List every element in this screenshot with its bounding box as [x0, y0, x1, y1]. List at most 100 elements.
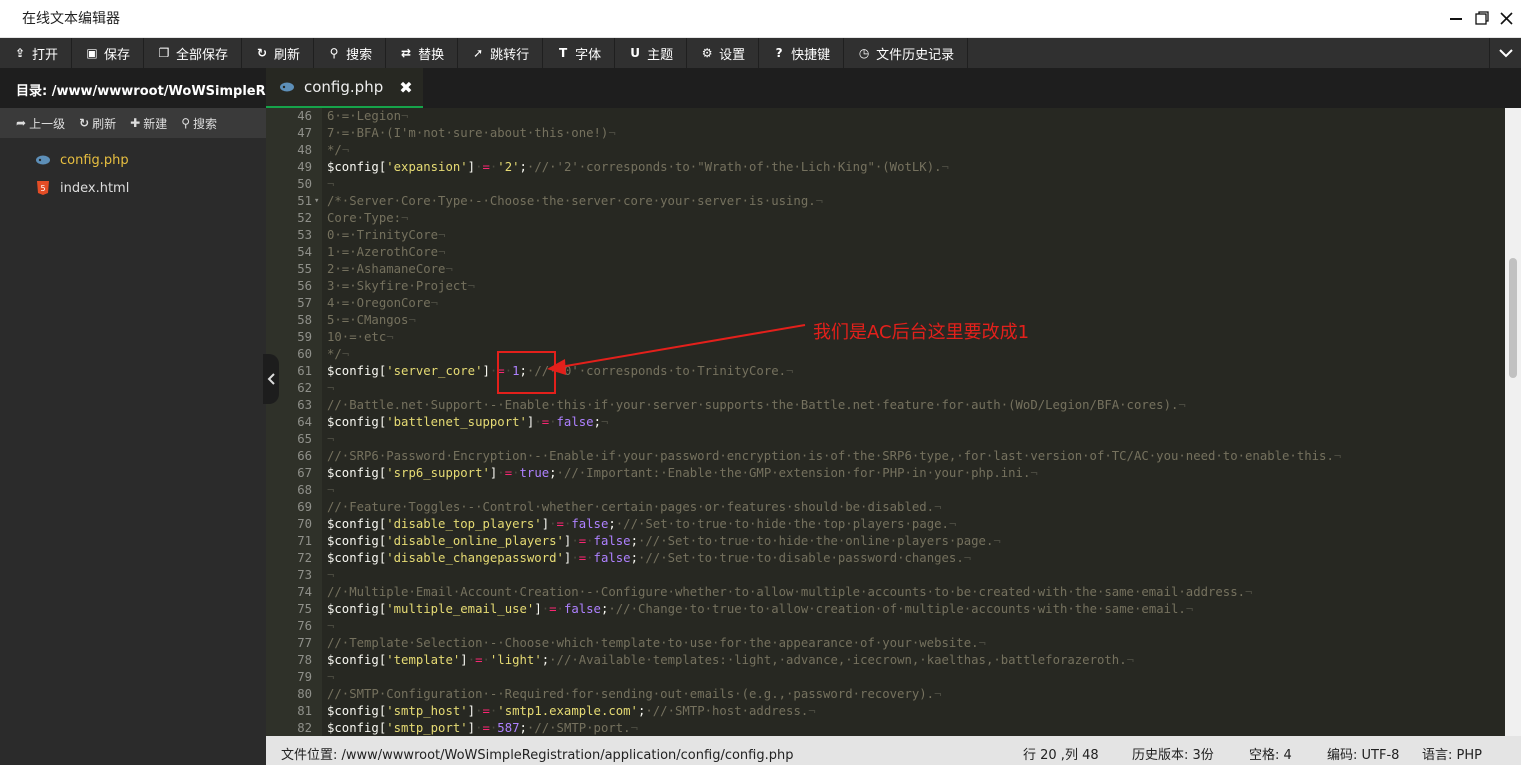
fold-arrow-icon[interactable]: ▾	[314, 193, 319, 210]
code-editor[interactable]: 46 6·=·Legion¬ 47 7·=·BFA·(I'm·not·sure·abo…	[266, 108, 1521, 736]
file-item-index-html[interactable]: 5 index.html	[0, 174, 266, 202]
code-line[interactable]: 68 ¬	[266, 482, 1505, 499]
tree-refresh-button[interactable]: ↻ 刷新	[79, 115, 116, 132]
code-line[interactable]: 70 $config['disable_top_players']·=·false…	[266, 516, 1505, 533]
code-line[interactable]: 63//·Battle.net·Support·-·Enable·this·if…	[266, 397, 1505, 414]
code-token: $config[	[327, 551, 387, 565]
file-location: 文件位置: /www/wwwroot/WoWSimpleRegistration…	[281, 748, 794, 763]
code-line[interactable]: 53 0·=·TrinityCore¬	[266, 227, 1505, 244]
code-line[interactable]: 75 $config['multiple_email_use']·=·false;…	[266, 601, 1505, 618]
code-token: $config[	[327, 160, 387, 174]
replace-button[interactable]: ⇄ 替换	[386, 38, 459, 68]
line-number: 53	[297, 228, 312, 242]
code-line[interactable]: 62 ¬	[266, 380, 1505, 397]
code-token: ;	[630, 551, 638, 565]
encoding-setting[interactable]: 编码: UTF-8	[1327, 744, 1399, 763]
tab-close-icon[interactable]: ✖	[399, 78, 412, 97]
code-token: 10·=·etc	[327, 330, 387, 344]
maximize-icon[interactable]	[1472, 8, 1492, 28]
file-history-button[interactable]: ◷ 文件历史记录	[844, 38, 969, 68]
code-line[interactable]: 55 2·=·AshamaneCore¬	[266, 261, 1505, 278]
code-line[interactable]: 46 6·=·Legion¬	[266, 108, 1505, 125]
code-token: ¬	[1333, 449, 1342, 463]
code-token: ¬	[934, 500, 942, 514]
code-line[interactable]: 79 ¬	[266, 669, 1505, 686]
theme-button[interactable]: U 主题	[615, 38, 688, 68]
goto-line-button[interactable]: ➚ 跳转行	[458, 38, 544, 68]
code-line[interactable]: 65 ¬	[266, 431, 1505, 448]
code-line[interactable]: 47 7·=·BFA·(I'm·not·sure·about·this·one!)…	[266, 125, 1505, 142]
new-file-button[interactable]: ✚ 新建	[130, 115, 167, 132]
shortcuts-button[interactable]: ? 快捷键	[759, 38, 845, 68]
code-token: ¬	[445, 262, 453, 276]
line-number: 51	[297, 194, 312, 208]
code-line[interactable]: 82 $config['smtp_port']·=·587;·//·SMTP·po…	[266, 720, 1505, 736]
goto-line-icon: ➚	[473, 46, 484, 60]
editor-scrollbar[interactable]	[1505, 108, 1521, 736]
code-token: 'smtp1.example.com'	[497, 704, 638, 718]
php-file-icon	[280, 78, 294, 96]
code-line[interactable]: 69 //·Feature·Toggles·-·Control·whether·c…	[266, 499, 1505, 516]
code-line[interactable]: 48 */¬	[266, 142, 1505, 159]
close-icon[interactable]	[1496, 8, 1516, 28]
search-icon: ⚲	[329, 46, 339, 60]
open-button[interactable]: ⇪ 打开	[0, 38, 73, 68]
code-line[interactable]: 50 ¬	[266, 176, 1505, 193]
line-number: 59	[297, 330, 312, 344]
line-number: 67	[297, 466, 312, 480]
line-text: $config['expansion']·=·'2';·//·'2'·corre…	[327, 159, 949, 176]
code-line[interactable]: 74 //·Multiple·Email·Account·Creation·-·C…	[266, 584, 1505, 601]
line-text: ¬	[327, 380, 334, 397]
code-line[interactable]: 49 $config['expansion']·=·'2';·//·'2'·cor…	[266, 159, 1505, 176]
code-token: ·	[556, 602, 564, 616]
line-number: 74	[297, 585, 312, 599]
minimize-icon[interactable]	[1446, 8, 1466, 28]
save-button[interactable]: ▣ 保存	[72, 38, 145, 68]
line-text: 3·=·Skyfire·Project¬	[327, 278, 475, 295]
code-line[interactable]: 80 //·SMTP·Configuration·-·Required·for·s…	[266, 686, 1505, 703]
language-setting[interactable]: 语言: PHP	[1422, 744, 1482, 763]
code-line[interactable]: 77 //·Template·Selection·-·Choose·which·t…	[266, 635, 1505, 652]
code-line[interactable]: 64 $config['battlenet_support']·=·false;¬	[266, 414, 1505, 431]
file-item-config-php[interactable]: config.php	[0, 146, 266, 174]
tab-config-php[interactable]: config.php ✖	[266, 68, 423, 108]
code-line[interactable]: 81 $config['smtp_host']·=·'smtp1.example.…	[266, 703, 1505, 720]
code-line[interactable]: 57 4·=·OregonCore¬	[266, 295, 1505, 312]
line-text: $config['smtp_port']·=·587;·//·SMTP·port…	[327, 720, 638, 736]
settings-button[interactable]: ⚙ 设置	[687, 38, 760, 68]
font-button[interactable]: T 字体	[543, 38, 616, 68]
line-text: //·Template·Selection·-·Choose·which·tem…	[327, 635, 986, 652]
indent-setting[interactable]: 空格: 4	[1249, 744, 1292, 763]
code-line[interactable]: 54 1·=·AzerothCore¬	[266, 244, 1505, 261]
code-token: $config[	[327, 415, 387, 429]
cursor-position[interactable]: 行 20 ,列 48	[1023, 744, 1099, 763]
code-line[interactable]: 51 ▾ /*·Server·Core·Type·-·Choose·the·serv…	[266, 193, 1505, 210]
code-line[interactable]: 72 $config['disable_changepassword']·=·fa…	[266, 550, 1505, 567]
scrollbar-thumb[interactable]	[1509, 258, 1517, 378]
code-line[interactable]: 60 */¬	[266, 346, 1505, 363]
code-token: ·	[571, 551, 579, 565]
parent-dir-button[interactable]: ➦ 上一级	[16, 115, 65, 132]
toolbar-expand-button[interactable]	[1489, 38, 1521, 68]
code-line[interactable]: 71 $config['disable_online_players']·=·fa…	[266, 533, 1505, 550]
save-all-button[interactable]: ❐ 全部保存	[144, 38, 243, 68]
code-line[interactable]: 66 //·SRP6·Password·Encryption·-·Enable·i…	[266, 448, 1505, 465]
code-line[interactable]: 73 ¬	[266, 567, 1505, 584]
line-text: */¬	[327, 142, 349, 159]
refresh-button[interactable]: ↻ 刷新	[242, 38, 315, 68]
code-token: ¬	[386, 330, 394, 344]
code-line[interactable]: 78 $config['template']·=·'light';·//·Avai…	[266, 652, 1505, 669]
history-versions[interactable]: 历史版本: 3份	[1132, 744, 1214, 763]
code-line[interactable]: 76 ¬	[266, 618, 1505, 635]
collapse-sidebar-button[interactable]	[263, 354, 279, 404]
code-token: ¬	[815, 194, 824, 208]
code-line[interactable]: 61 $config['server_core']·=·1;·//·'0'·cor…	[266, 363, 1505, 380]
tree-search-button[interactable]: ⚲ 搜索	[181, 115, 217, 132]
code-line[interactable]: 67 $config['srp6_support']·=·true;·//·Imp…	[266, 465, 1505, 482]
line-text: //·SMTP·Configuration·-·Required·for·sen…	[327, 686, 941, 703]
search-button[interactable]: ⚲ 搜索	[314, 38, 387, 68]
line-number: 64	[297, 415, 312, 429]
code-line[interactable]: 56 3·=·Skyfire·Project¬	[266, 278, 1505, 295]
code-token: ·//·Set·to·true·to·hide·the·online·playe…	[637, 534, 994, 548]
code-line[interactable]: 52 Core·Type:¬	[266, 210, 1505, 227]
